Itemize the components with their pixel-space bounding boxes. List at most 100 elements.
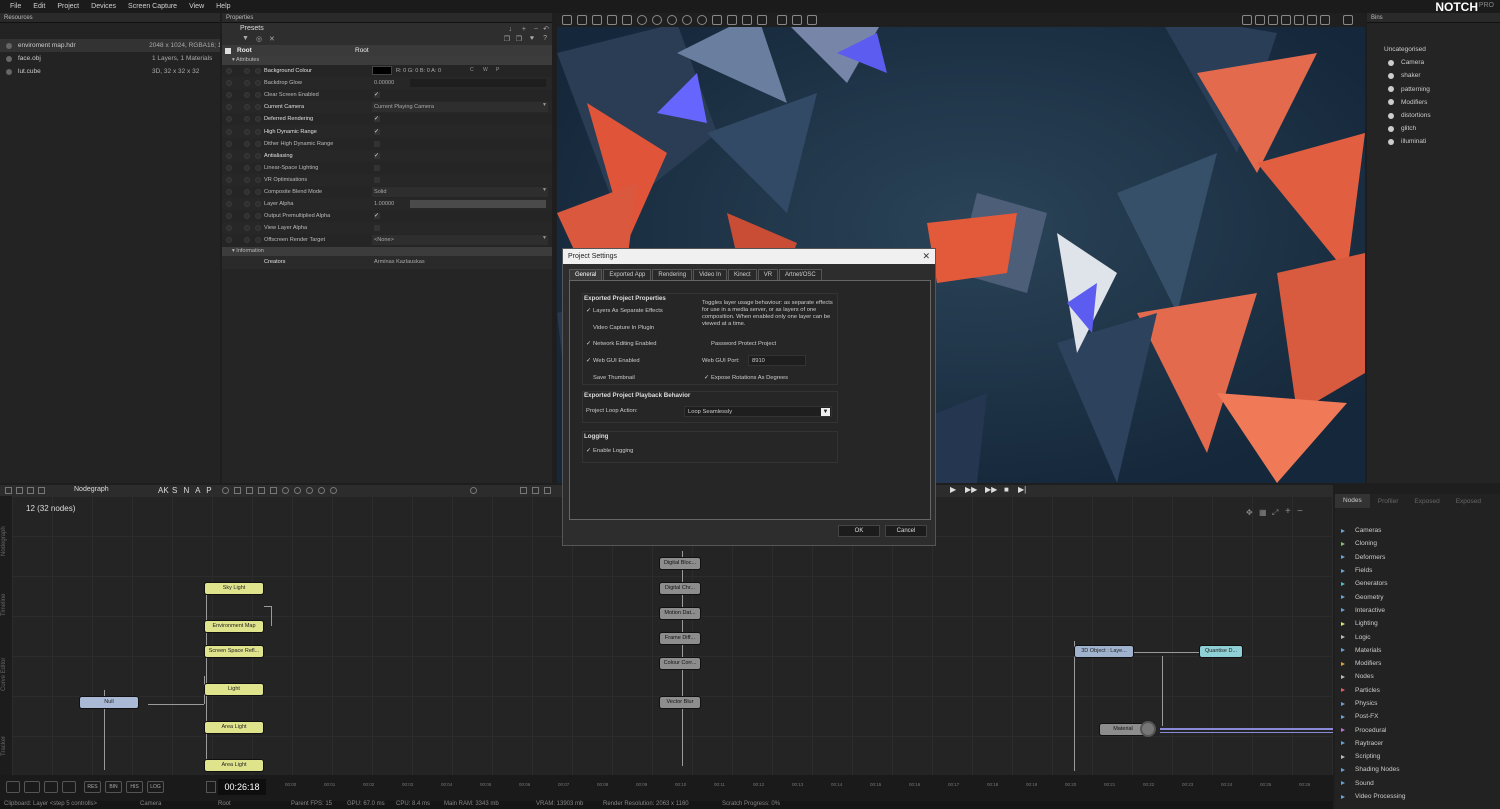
tab-artnet-osc[interactable]: Artnet/OSC [779, 269, 822, 280]
grid-icon[interactable] [727, 15, 737, 25]
property-row[interactable]: Backdrop Glow 0.00000 [222, 77, 552, 90]
tab-curve-editor[interactable]: Curve Editor [1, 658, 7, 691]
node-category[interactable]: Generators [1335, 577, 1500, 590]
expand-triangle-icon[interactable] [1341, 648, 1345, 653]
menu-devices[interactable]: Devices [91, 3, 116, 10]
keyframe-dot-icon[interactable] [226, 176, 232, 183]
fullscreen-icon[interactable] [1268, 15, 1278, 25]
fit-icon[interactable]: ⤢ [1272, 508, 1278, 518]
property-row[interactable]: View Layer Alpha [222, 222, 552, 235]
snap-label[interactable]: S N A P [172, 486, 214, 495]
layout-icon[interactable] [16, 487, 23, 494]
color-mode-button[interactable]: P [496, 67, 499, 73]
node-3d-object[interactable]: 3D Object : Laye... [1075, 646, 1133, 657]
node-tool-icon[interactable] [294, 487, 301, 494]
bin-item[interactable]: Modifiers [1367, 96, 1500, 109]
tab-rendering[interactable]: Rendering [652, 269, 693, 280]
presets-header[interactable]: Presets ↓ + − ↶ [222, 23, 552, 35]
node-colour-correct[interactable]: Colour Corr... [660, 658, 700, 669]
ak-icon[interactable]: AK [158, 486, 169, 495]
keyframe-dot-icon[interactable] [226, 104, 232, 111]
node-category[interactable]: Cameras [1335, 524, 1500, 537]
resource-item[interactable]: face.obj 1 Layers, 1 Materials [0, 52, 220, 65]
node-category[interactable]: Nodes [1335, 670, 1500, 683]
zoom-icon[interactable] [1307, 15, 1317, 25]
bin-item[interactable]: glitch [1367, 122, 1500, 135]
node-digital-bloc[interactable]: Digital Bloc... [660, 558, 700, 569]
property-value[interactable]: 1.00000 [374, 201, 394, 207]
loop-action-select[interactable]: Loop Seamlessly ▼ [684, 406, 832, 417]
keyframe-dot-icon[interactable] [226, 128, 232, 135]
expose-dot-icon[interactable] [244, 68, 250, 75]
expand-triangle-icon[interactable] [1341, 688, 1345, 693]
grid-icon[interactable] [234, 487, 241, 494]
property-row[interactable]: Background Colour C W P R: 0 G: 0 B: 0 A: 0 [222, 65, 552, 77]
tab-nodegraph[interactable]: Nodegraph [1, 526, 7, 556]
step-forward-icon[interactable]: ▶▶ [965, 485, 977, 494]
property-row[interactable]: Composite Blend Mode ▼ Solid [222, 186, 552, 198]
target-icon[interactable] [1255, 15, 1265, 25]
ok-button[interactable]: OK [838, 525, 880, 537]
tab-exposed-2[interactable]: Exposed [1448, 498, 1489, 505]
cancel-button[interactable]: Cancel [885, 525, 927, 537]
bin-item[interactable]: shaker [1367, 69, 1500, 82]
property-row[interactable]: High Dynamic Range ✓ [222, 125, 552, 138]
web-gui-checkbox[interactable]: ✓ Web GUI Enabled [586, 358, 640, 364]
node-quantise[interactable]: Quantise D... [1200, 646, 1242, 657]
node-tool-icon[interactable] [282, 487, 289, 494]
expose-dot-icon[interactable] [244, 213, 250, 220]
bin-item[interactable]: distortions [1367, 109, 1500, 122]
property-value[interactable]: 0.00000 [374, 80, 394, 86]
copy-icon[interactable]: ❐ [504, 35, 510, 43]
expand-triangle-icon[interactable] [1341, 794, 1345, 799]
expand-triangle-icon[interactable] [1341, 595, 1345, 600]
expand-triangle-icon[interactable] [1341, 767, 1345, 772]
keyframe-dot-icon[interactable] [226, 92, 232, 99]
expand-triangle-icon[interactable] [1341, 661, 1345, 666]
chevron-down-icon[interactable]: ▼ [542, 187, 547, 193]
expand-triangle-icon[interactable] [1341, 528, 1345, 533]
property-checkbox[interactable] [374, 164, 380, 171]
node-category[interactable]: Scripting [1335, 750, 1500, 763]
bin-root[interactable]: Uncategorised [1367, 43, 1500, 56]
close-icon[interactable]: ✕ [269, 35, 275, 43]
expose-dot-icon[interactable] [244, 164, 250, 171]
node-category[interactable]: Interactive [1335, 604, 1500, 617]
expand-triangle-icon[interactable] [1341, 541, 1345, 546]
expand-triangle-icon[interactable] [1341, 701, 1345, 706]
pos-icon[interactable] [777, 15, 787, 25]
menu-edit[interactable]: Edit [33, 3, 45, 10]
node-category[interactable]: Cloning [1335, 537, 1500, 550]
ak-tool-icon[interactable] [622, 15, 632, 25]
property-row[interactable]: Layer Alpha 1.00000 [222, 198, 552, 211]
node-category[interactable]: Lighting [1335, 617, 1500, 630]
save-thumbnail-checkbox[interactable]: Save Thumbnail [586, 375, 635, 381]
tab-exposed[interactable]: Exposed [1406, 498, 1447, 505]
settings-icon[interactable] [1242, 15, 1252, 25]
keyframe-dot-icon[interactable] [226, 80, 232, 87]
timeline-tool-icon[interactable] [24, 781, 40, 793]
node-category[interactable]: Sound [1335, 777, 1500, 790]
node-frame-diff[interactable]: Frame Diff... [660, 633, 700, 644]
color-mode-button[interactable]: W [483, 67, 488, 73]
expose-dot-icon[interactable] [244, 128, 250, 135]
expose-dot-icon[interactable] [244, 104, 250, 111]
link-dot-icon[interactable] [255, 225, 261, 232]
tab-exported-app[interactable]: Exported App [603, 269, 652, 280]
link-dot-icon[interactable] [255, 92, 261, 99]
color-mode-button[interactable]: C [470, 67, 474, 73]
link-dot-icon[interactable] [255, 128, 261, 135]
link-dot-icon[interactable] [255, 68, 261, 75]
expand-triangle-icon[interactable] [1341, 555, 1345, 560]
layout-icon[interactable] [38, 487, 45, 494]
property-checkbox[interactable] [374, 176, 380, 183]
chevron-down-icon[interactable]: ▼ [542, 102, 547, 108]
close-icon[interactable] [1343, 15, 1353, 25]
tab-timeline[interactable]: Timeline [1, 594, 7, 616]
color-swatch[interactable] [372, 66, 392, 75]
node-category[interactable]: Logic [1335, 630, 1500, 643]
gizmo-icon[interactable] [682, 15, 692, 25]
gizmo-icon[interactable] [637, 15, 647, 25]
bin-button[interactable]: BIN [105, 781, 122, 793]
information-section[interactable]: ▾ Information [222, 247, 552, 257]
